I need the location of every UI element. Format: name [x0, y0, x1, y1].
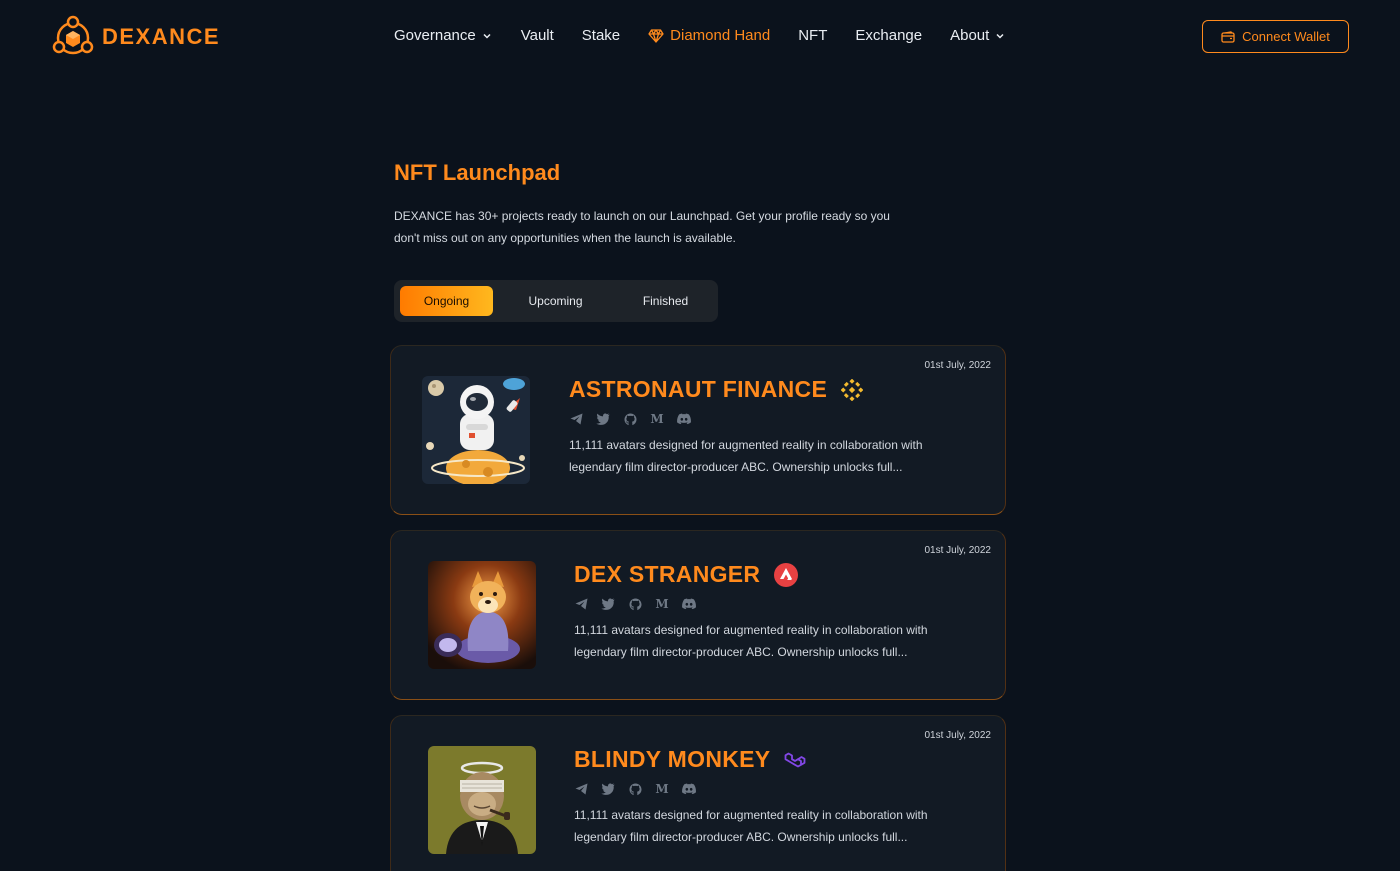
main-nav: Governance Vault Stake Diamond Hand NFT … [394, 27, 1005, 44]
doge-nft-image [428, 561, 536, 669]
nav-stake-label: Stake [581, 27, 621, 44]
chevron-down-icon [483, 33, 491, 39]
project-date: 01st July, 2022 [924, 730, 991, 741]
monkey-nft-image [428, 746, 536, 854]
telegram-icon[interactable] [569, 412, 583, 426]
nav-vault-label: Vault [520, 27, 554, 44]
project-title: DEX STRANGER [574, 561, 761, 587]
project-title-row: DEX STRANGER [574, 561, 799, 588]
nav-governance-label: Governance [394, 27, 476, 44]
project-title: BLINDY MONKEY [574, 746, 771, 772]
project-date: 01st July, 2022 [924, 360, 991, 371]
project-title: ASTRONAUT FINANCE [569, 376, 828, 402]
project-description: 11,111 avatars designed for augmented re… [574, 808, 928, 844]
twitter-icon[interactable] [596, 412, 610, 426]
github-icon[interactable] [628, 782, 642, 796]
telegram-icon[interactable] [574, 597, 588, 611]
chevron-down-icon [996, 33, 1004, 39]
project-description: 11,111 avatars designed for augmented re… [574, 623, 928, 659]
project-date: 01st July, 2022 [924, 545, 991, 556]
astronaut-nft-image [422, 376, 530, 484]
discord-icon[interactable] [682, 782, 696, 796]
project-card[interactable]: 01st July, 2022 ASTRONAUT FINANCE M 11,1… [390, 345, 1006, 515]
project-socials: M [574, 782, 696, 796]
tab-finished[interactable]: Finished [619, 286, 712, 316]
github-icon[interactable] [628, 597, 642, 611]
wallet-icon [1221, 30, 1235, 43]
nav-diamond-hand-label: Diamond Hand [670, 27, 771, 44]
nav-nft-label: NFT [798, 27, 828, 44]
diamond-icon [648, 28, 664, 43]
medium-icon[interactable]: M [655, 782, 669, 796]
discord-icon[interactable] [682, 597, 696, 611]
discord-icon[interactable] [677, 412, 691, 426]
status-tabs: Ongoing Upcoming Finished [394, 280, 718, 322]
logo[interactable]: DEXANCE [50, 14, 220, 60]
tab-ongoing[interactable]: Ongoing [400, 286, 493, 316]
project-socials: M [569, 412, 691, 426]
project-description: 11,111 avatars designed for augmented re… [569, 438, 923, 474]
tab-upcoming[interactable]: Upcoming [509, 286, 602, 316]
nav-exchange[interactable]: Exchange [855, 27, 922, 44]
connect-wallet-label: Connect Wallet [1242, 29, 1330, 44]
telegram-icon[interactable] [574, 782, 588, 796]
binance-icon [841, 378, 864, 401]
page-description: DEXANCE has 30+ projects ready to launch… [394, 209, 890, 245]
brand-name: DEXANCE [102, 24, 221, 49]
avalanche-icon [774, 562, 799, 587]
twitter-icon[interactable] [601, 782, 615, 796]
medium-icon[interactable]: M [655, 597, 669, 611]
project-card[interactable]: 01st July, 2022 BLINDY MONKEY M 11,111 a… [390, 715, 1006, 871]
connect-wallet-button[interactable]: Connect Wallet [1202, 20, 1349, 53]
site-header: DEXANCE Governance Vault Stake Diamond H… [0, 0, 1400, 74]
twitter-icon[interactable] [601, 597, 615, 611]
nav-exchange-label: Exchange [855, 27, 923, 44]
page-title: NFT Launchpad [394, 160, 561, 185]
project-title-row: ASTRONAUT FINANCE [569, 376, 864, 403]
nav-nft[interactable]: NFT [798, 27, 827, 44]
nav-about[interactable]: About [950, 27, 1005, 44]
nav-about-label: About [950, 27, 990, 44]
polygon-icon [785, 752, 806, 767]
dexance-logo-icon [52, 15, 94, 55]
github-icon[interactable] [623, 412, 637, 426]
medium-icon[interactable]: M [650, 412, 664, 426]
project-card[interactable]: 01st July, 2022 DEX STRANGER M 11,111 av… [390, 530, 1006, 700]
nav-governance[interactable]: Governance [394, 27, 492, 44]
nav-stake[interactable]: Stake [582, 27, 620, 44]
project-socials: M [574, 597, 696, 611]
nav-diamond-hand[interactable]: Diamond Hand [648, 27, 770, 44]
nav-vault[interactable]: Vault [521, 27, 554, 44]
project-title-row: BLINDY MONKEY [574, 746, 806, 773]
